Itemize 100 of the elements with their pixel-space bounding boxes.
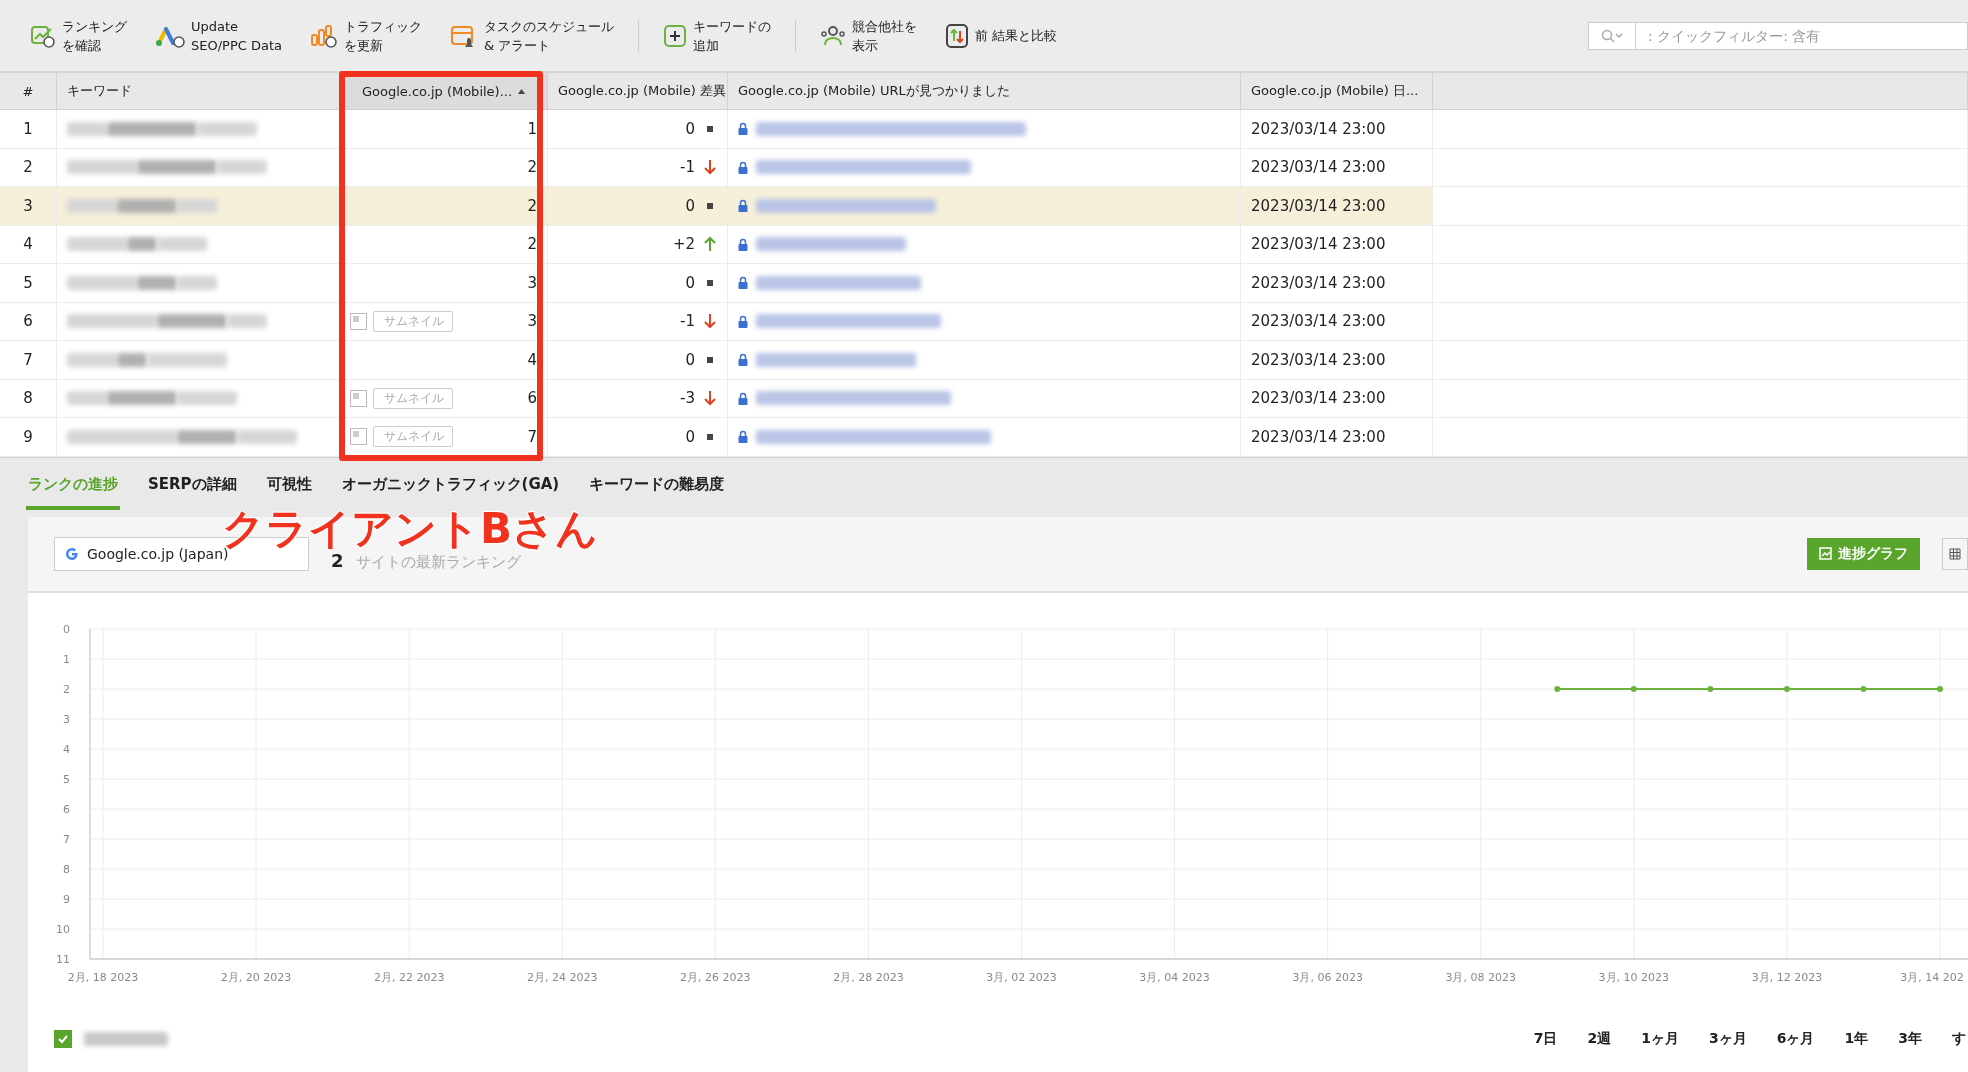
- range-button[interactable]: 6ヶ月: [1776, 1030, 1815, 1048]
- row-number: 3: [0, 187, 57, 226]
- toolbar-button[interactable]: トラフィック を更新: [306, 12, 426, 59]
- range-button[interactable]: 7日: [1533, 1030, 1558, 1048]
- x-tick-label: 2月, 18 2023: [67, 970, 139, 984]
- y-tick-label: 6: [63, 802, 70, 816]
- x-tick-label: 3月, 08 2023: [1445, 970, 1516, 984]
- toolbar-button[interactable]: キーワードの 追加: [659, 12, 775, 59]
- date-cell: 2023/03/14 23:00: [1251, 273, 1386, 292]
- y-tick-label: 1: [63, 652, 70, 666]
- tab[interactable]: 可視性: [264, 457, 314, 510]
- date-cell: 2023/03/14 23:00: [1251, 158, 1386, 177]
- column-header[interactable]: Google.co.jp (Mobile) URLが見つかりました: [728, 73, 1241, 110]
- latest-rank-text: 2 サイトの最新ランキング: [331, 549, 521, 572]
- lock-icon: [738, 199, 748, 213]
- x-tick-label: 3月, 02 2023: [986, 970, 1057, 984]
- column-header[interactable]: キーワード: [57, 73, 340, 110]
- toolbar-button[interactable]: 前 結果と比較: [941, 18, 1062, 53]
- rank-value: 1: [527, 119, 537, 138]
- quick-filter-field[interactable]: : クイックフィルター: 含有: [1636, 21, 1968, 50]
- traffic-refresh-icon: [310, 22, 338, 49]
- toolbar-button[interactable]: Update SEO/PPC Data: [151, 12, 286, 59]
- image-placeholder-icon: [350, 312, 367, 330]
- lock-icon: [738, 314, 748, 328]
- y-tick-label: 3: [63, 712, 70, 726]
- rank-diff: 0: [685, 427, 695, 446]
- table-view-button[interactable]: [1942, 537, 1968, 570]
- rank-diff: 0: [685, 119, 695, 138]
- rank-value: 2: [527, 196, 537, 215]
- lock-icon: [738, 353, 748, 367]
- plus-icon: [663, 23, 687, 48]
- y-tick-label: 10: [56, 922, 70, 936]
- rank-value: 6: [527, 389, 537, 408]
- toolbar-button[interactable]: タスクのスケジュール & アラート: [446, 12, 618, 59]
- y-tick-label: 11: [56, 952, 70, 966]
- thumbnail-tag: サムネイル: [373, 387, 453, 409]
- checkmark-icon: [57, 1033, 69, 1045]
- column-header[interactable]: Google.co.jp (Mobile) 差異: [548, 73, 728, 110]
- lock-icon: [738, 430, 748, 444]
- y-tick-label: 2: [63, 682, 70, 696]
- date-cell: 2023/03/14 23:00: [1251, 119, 1386, 138]
- rank-diff: 0: [685, 350, 695, 369]
- y-tick-label: 0: [63, 622, 70, 636]
- lock-icon: [738, 237, 748, 251]
- lock-icon: [738, 391, 748, 405]
- sort-up-icon: [518, 88, 526, 94]
- x-tick-label: 3月, 14 202: [1900, 970, 1964, 984]
- x-tick-label: 3月, 06 2023: [1292, 970, 1363, 984]
- tab[interactable]: キーワードの難易度: [587, 457, 727, 510]
- search-icon: [1601, 28, 1623, 43]
- date-cell: 2023/03/14 23:00: [1251, 389, 1386, 408]
- rank-value: 4: [527, 350, 537, 369]
- range-button[interactable]: 2週: [1587, 1030, 1612, 1048]
- search-dropdown-button[interactable]: [1588, 21, 1636, 50]
- range-button[interactable]: 3ヶ月: [1709, 1030, 1747, 1048]
- rank-diff: -1: [680, 312, 695, 331]
- x-tick-label: 2月, 22 2023: [373, 970, 445, 984]
- date-cell: 2023/03/14 23:00: [1251, 427, 1386, 446]
- x-tick-label: 2月, 24 2023: [527, 970, 598, 984]
- x-tick-label: 2月, 28 2023: [833, 970, 904, 984]
- row-number: 7: [0, 341, 57, 380]
- y-tick-label: 4: [63, 742, 70, 756]
- row-number: 2: [0, 148, 57, 187]
- lock-icon: [738, 122, 748, 136]
- tab[interactable]: SERPの詳細: [146, 457, 239, 510]
- x-tick-label: 3月, 04 2023: [1139, 970, 1210, 984]
- g-logo-icon: [65, 546, 79, 561]
- x-tick-label: 3月, 10 2023: [1598, 970, 1670, 984]
- y-tick-label: 7: [63, 832, 70, 846]
- rank-diff: 0: [685, 273, 695, 292]
- toolbar-button[interactable]: ランキング を確認: [26, 12, 131, 59]
- date-cell: 2023/03/14 23:00: [1251, 196, 1386, 215]
- x-tick-label: 2月, 20 2023: [220, 970, 292, 984]
- rank-value: 2: [527, 158, 537, 177]
- rank-value: 3: [527, 273, 537, 292]
- row-number: 1: [0, 110, 57, 149]
- tab[interactable]: オーガニックトラフィック(GA): [339, 457, 562, 510]
- rank-diff: +2: [672, 235, 695, 254]
- row-number: 4: [0, 225, 57, 264]
- column-header[interactable]: #: [0, 73, 57, 110]
- legend-checkbox[interactable]: [54, 1030, 72, 1048]
- range-button[interactable]: す: [1952, 1030, 1966, 1048]
- date-cell: 2023/03/14 23:00: [1251, 235, 1386, 254]
- range-button[interactable]: 3年: [1898, 1030, 1922, 1048]
- range-button[interactable]: 1ヶ月: [1641, 1030, 1679, 1048]
- rank-value: 3: [527, 312, 537, 331]
- lock-icon: [738, 160, 748, 174]
- rank-value: 7: [527, 427, 537, 446]
- thumbnail-tag: サムネイル: [373, 426, 453, 448]
- date-cell: 2023/03/14 23:00: [1251, 312, 1386, 331]
- row-number: 6: [0, 302, 57, 341]
- grid-icon: [1949, 547, 1961, 560]
- image-placeholder-icon: [350, 428, 367, 446]
- row-number: 5: [0, 264, 57, 303]
- x-tick-label: 2月, 26 2023: [680, 970, 751, 984]
- toolbar-button[interactable]: 競合他社を 表示: [816, 12, 921, 59]
- column-header[interactable]: Google.co.jp (Mobile) 日...: [1241, 73, 1433, 110]
- range-button[interactable]: 1年: [1844, 1030, 1869, 1048]
- y-tick-label: 8: [63, 862, 70, 876]
- x-tick-label: 3月, 12 2023: [1751, 970, 1823, 984]
